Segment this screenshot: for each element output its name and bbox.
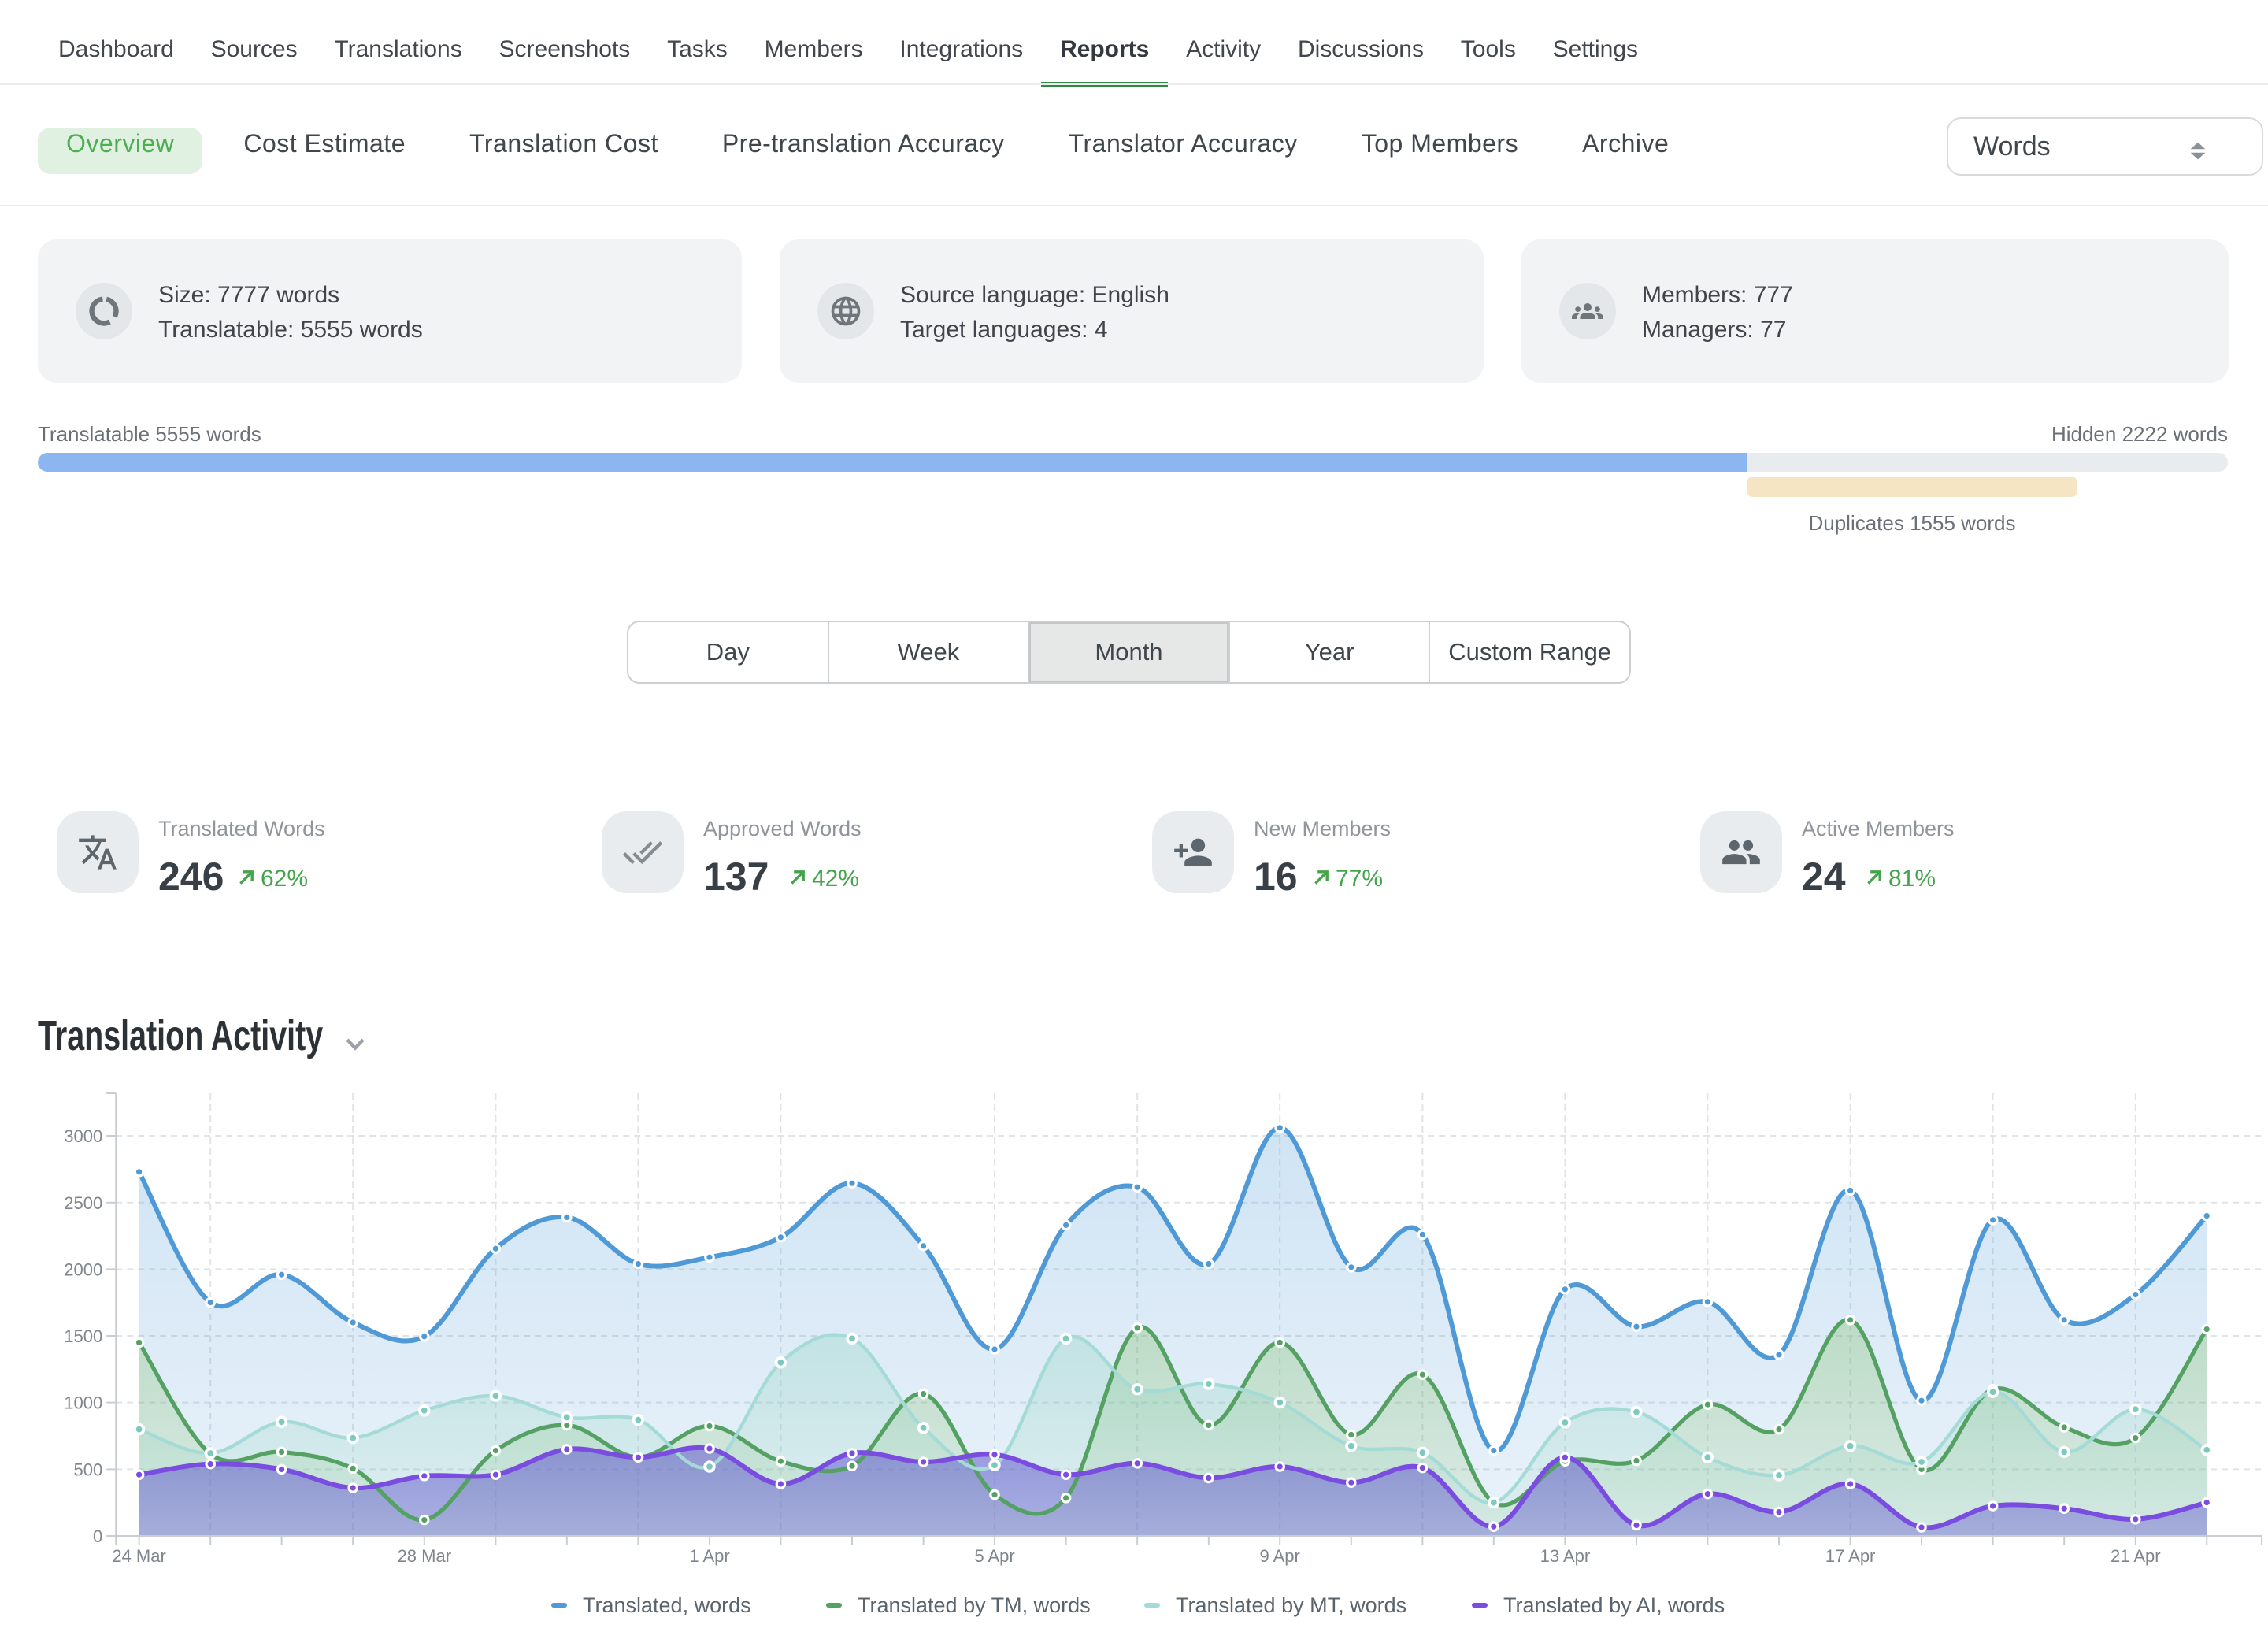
svg-text:28 Mar: 28 Mar (398, 1546, 451, 1566)
svg-text:2000: 2000 (64, 1259, 102, 1279)
svg-text:1000: 1000 (64, 1393, 102, 1413)
svg-text:0: 0 (93, 1526, 102, 1546)
svg-text:1500: 1500 (64, 1326, 102, 1346)
svg-text:2500: 2500 (64, 1193, 102, 1213)
svg-text:5 Apr: 5 Apr (974, 1546, 1014, 1566)
svg-text:500: 500 (73, 1460, 102, 1479)
svg-text:13 Apr: 13 Apr (1540, 1546, 1591, 1566)
svg-text:17 Apr: 17 Apr (1825, 1546, 1876, 1566)
svg-text:1 Apr: 1 Apr (689, 1546, 729, 1566)
svg-text:9 Apr: 9 Apr (1260, 1546, 1300, 1566)
svg-text:24 Mar: 24 Mar (112, 1546, 165, 1566)
svg-text:21 Apr: 21 Apr (2110, 1546, 2161, 1566)
svg-text:3000: 3000 (64, 1126, 102, 1146)
